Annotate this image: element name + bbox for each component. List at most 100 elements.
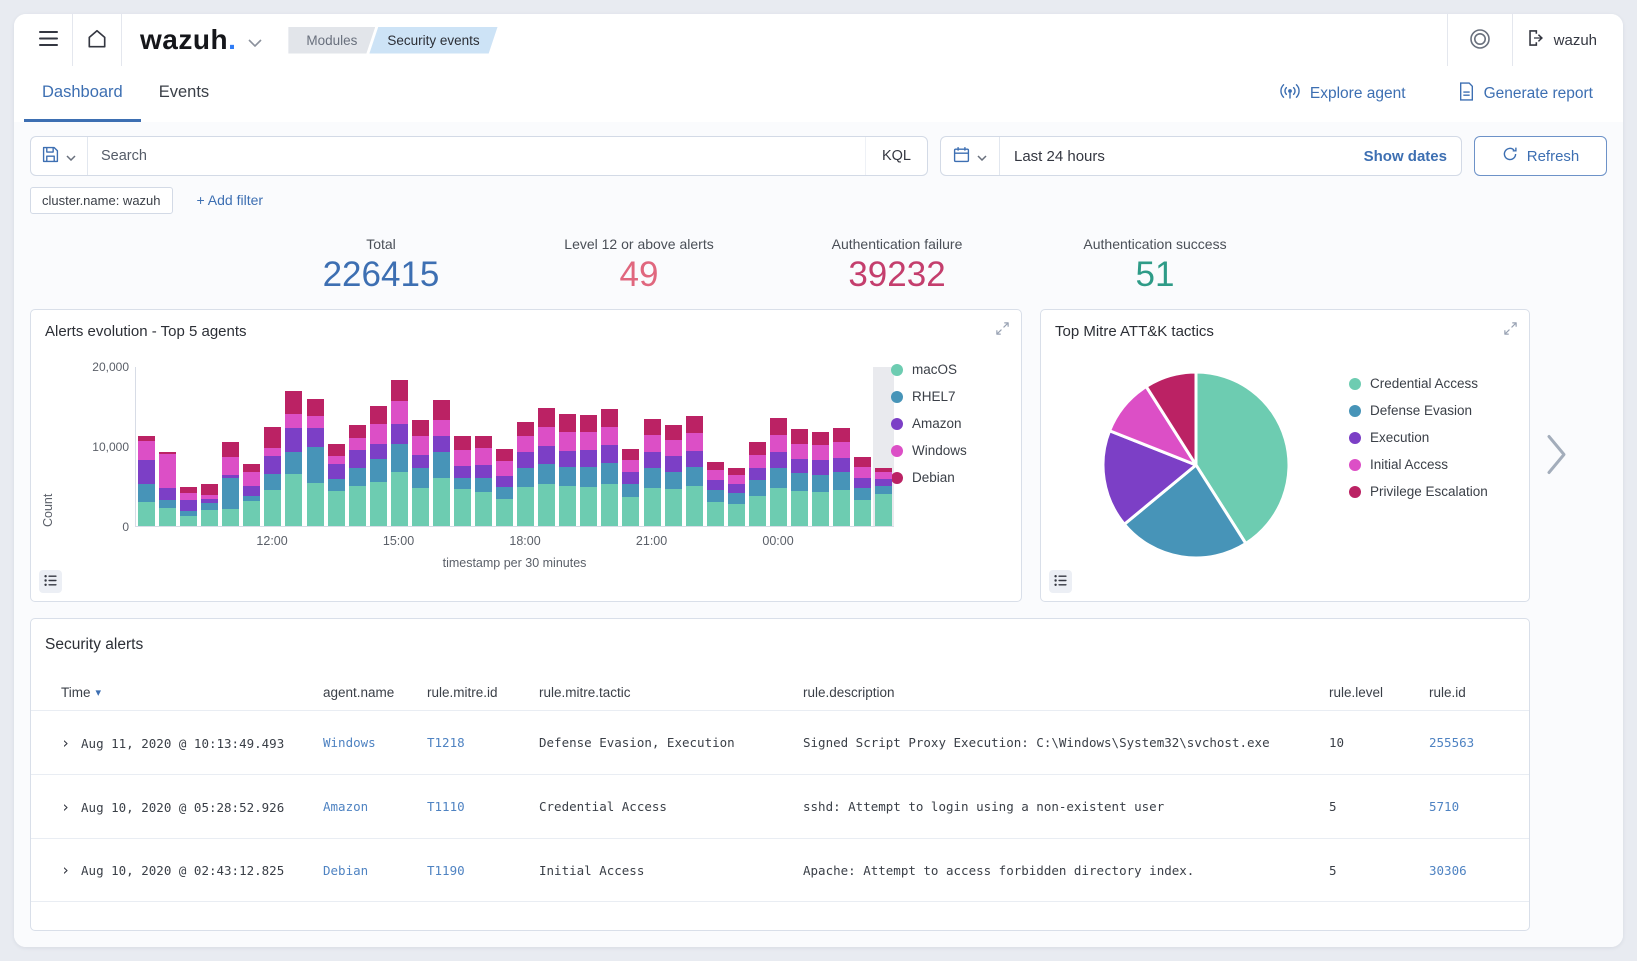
saved-queries-button[interactable] xyxy=(31,137,88,175)
bar-segment-Windows[interactable] xyxy=(349,438,366,450)
bar-segment-Debian[interactable] xyxy=(538,408,555,426)
bar-segment-Debian[interactable] xyxy=(201,484,218,494)
bar-segment-RHEL7[interactable] xyxy=(433,452,450,478)
rule-id-link[interactable]: 30306 xyxy=(1429,863,1467,878)
bar-segment-Debian[interactable] xyxy=(243,464,260,472)
bar-segment-Amazon[interactable] xyxy=(601,445,618,463)
add-filter-button[interactable]: + Add filter xyxy=(191,191,270,209)
legend-item-execution[interactable]: Execution xyxy=(1349,424,1488,451)
bar-segment-Windows[interactable] xyxy=(665,440,682,456)
bar-slot[interactable] xyxy=(136,367,157,526)
bar-segment-Debian[interactable] xyxy=(854,457,871,467)
bar-segment-Debian[interactable] xyxy=(707,462,724,470)
home-button[interactable] xyxy=(73,14,121,66)
bar-segment-Debian[interactable] xyxy=(391,380,408,402)
cluster-health-button[interactable] xyxy=(1448,14,1512,66)
bar-segment-Debian[interactable] xyxy=(644,419,661,435)
bar-slot[interactable] xyxy=(747,367,768,526)
bar-slot[interactable] xyxy=(178,367,199,526)
bar-segment-Debian[interactable] xyxy=(285,391,302,414)
bar-slot[interactable] xyxy=(473,367,494,526)
bar-segment-macOS[interactable] xyxy=(307,483,324,526)
bar-slot[interactable] xyxy=(599,367,620,526)
bar-segment-Amazon[interactable] xyxy=(243,486,260,496)
bar-segment-RHEL7[interactable] xyxy=(138,484,155,502)
chevron-down-icon[interactable] xyxy=(248,39,262,47)
bar-segment-Windows[interactable] xyxy=(412,436,429,454)
bar-slot[interactable] xyxy=(642,367,663,526)
carousel-next-button[interactable] xyxy=(1542,431,1570,480)
bar-segment-RHEL7[interactable] xyxy=(412,468,429,488)
bar-segment-Debian[interactable] xyxy=(264,427,281,449)
bar-segment-Windows[interactable] xyxy=(307,416,324,429)
bar-segment-Debian[interactable] xyxy=(812,432,829,446)
bar-segment-macOS[interactable] xyxy=(264,490,281,526)
search-input[interactable]: Search KQL xyxy=(30,136,928,176)
bar-segment-Debian[interactable] xyxy=(791,429,808,443)
bar-segment-macOS[interactable] xyxy=(749,496,766,526)
time-range-value[interactable]: Last 24 hours xyxy=(1000,148,1358,165)
bar-slot[interactable] xyxy=(831,367,852,526)
bar-segment-RHEL7[interactable] xyxy=(285,452,302,474)
bar-segment-RHEL7[interactable] xyxy=(349,468,366,486)
expand-panel-button[interactable] xyxy=(993,319,1012,341)
bar-segment-macOS[interactable] xyxy=(854,500,871,526)
bar-segment-RHEL7[interactable] xyxy=(644,468,661,487)
bar-slot[interactable] xyxy=(368,367,389,526)
bar-segment-RHEL7[interactable] xyxy=(159,500,176,508)
bar-segment-Windows[interactable] xyxy=(622,460,639,472)
kql-selector[interactable]: KQL xyxy=(865,137,927,175)
bar-slot[interactable] xyxy=(157,367,178,526)
breadcrumb-modules[interactable]: Modules xyxy=(288,27,375,54)
bar-segment-Windows[interactable] xyxy=(686,433,703,451)
legend-item-macos[interactable]: macOS xyxy=(891,356,967,383)
bar-segment-Windows[interactable] xyxy=(580,432,597,450)
bar-segment-macOS[interactable] xyxy=(728,504,745,526)
bar-segment-Debian[interactable] xyxy=(622,449,639,460)
bar-segment-Windows[interactable] xyxy=(243,472,260,486)
bar-segment-macOS[interactable] xyxy=(159,508,176,526)
bar-slot[interactable] xyxy=(726,367,747,526)
bar-segment-RHEL7[interactable] xyxy=(665,472,682,490)
bar-segment-macOS[interactable] xyxy=(433,478,450,526)
bar-segment-Amazon[interactable] xyxy=(328,464,345,479)
tab-dashboard[interactable]: Dashboard xyxy=(24,66,141,122)
bar-segment-Amazon[interactable] xyxy=(412,455,429,468)
bar-segment-Windows[interactable] xyxy=(728,475,745,485)
explore-agent-button[interactable]: Explore agent xyxy=(1273,82,1412,107)
bar-segment-macOS[interactable] xyxy=(665,489,682,526)
bar-segment-RHEL7[interactable] xyxy=(538,464,555,485)
legend-toggle-button[interactable] xyxy=(1049,570,1072,593)
legend-item-rhel7[interactable]: RHEL7 xyxy=(891,383,967,410)
bar-segment-RHEL7[interactable] xyxy=(496,487,513,499)
bar-segment-macOS[interactable] xyxy=(496,499,513,526)
bar-segment-Windows[interactable] xyxy=(854,467,871,478)
bar-segment-Amazon[interactable] xyxy=(833,458,850,472)
bar-segment-Debian[interactable] xyxy=(665,425,682,440)
bar-segment-macOS[interactable] xyxy=(538,484,555,526)
bar-segment-Amazon[interactable] xyxy=(875,479,892,486)
bar-segment-Windows[interactable] xyxy=(391,401,408,423)
bar-segment-macOS[interactable] xyxy=(791,491,808,526)
bar-segment-Amazon[interactable] xyxy=(644,452,661,468)
column-header-rule-level[interactable]: rule.level xyxy=(1329,685,1429,700)
bar-segment-Amazon[interactable] xyxy=(264,456,281,474)
column-header-rule-id[interactable]: rule.id xyxy=(1429,685,1529,700)
bar-segment-RHEL7[interactable] xyxy=(770,468,787,487)
filter-pill-cluster[interactable]: cluster.name: wazuh xyxy=(30,187,173,214)
bar-segment-Amazon[interactable] xyxy=(138,460,155,483)
bar-slot[interactable] xyxy=(663,367,684,526)
bar-segment-macOS[interactable] xyxy=(644,488,661,526)
bar-segment-macOS[interactable] xyxy=(580,487,597,526)
bar-segment-Windows[interactable] xyxy=(707,470,724,480)
bar-segment-macOS[interactable] xyxy=(180,516,197,526)
refresh-button[interactable]: Refresh xyxy=(1474,136,1607,176)
bar-segment-macOS[interactable] xyxy=(349,486,366,526)
bar-slot[interactable] xyxy=(515,367,536,526)
bar-segment-Amazon[interactable] xyxy=(285,428,302,452)
bar-segment-Debian[interactable] xyxy=(770,418,787,435)
bar-segment-Amazon[interactable] xyxy=(791,459,808,473)
generate-report-button[interactable]: Generate report xyxy=(1452,81,1599,107)
bar-segment-macOS[interactable] xyxy=(222,509,239,526)
bar-segment-Debian[interactable] xyxy=(454,436,471,450)
